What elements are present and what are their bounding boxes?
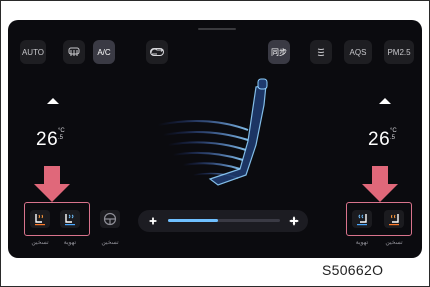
left-temperature: 26 [36, 129, 59, 150]
ac-button[interactable]: A/C [93, 40, 115, 64]
recirculation-button[interactable] [146, 40, 168, 64]
figure-code: S50662O [322, 262, 384, 278]
left-seat-heat-button[interactable] [30, 210, 50, 228]
front-defrost-button[interactable] [310, 40, 332, 64]
seat-vent-icon [65, 214, 75, 226]
left-temp-up-icon[interactable] [46, 96, 60, 106]
steering-heat-label: تسخين [101, 240, 119, 246]
rear-defrost-button[interactable] [63, 40, 85, 64]
fan-level-fill [168, 219, 218, 222]
right-seat-heat-button[interactable] [384, 210, 404, 228]
fan-speed-bar[interactable] [138, 210, 308, 232]
front-defrost-icon [317, 48, 325, 56]
pm25-button[interactable]: PM2.5 [384, 40, 414, 64]
steering-wheel-icon [103, 212, 117, 226]
ac-button-label: A/C [97, 47, 111, 57]
climate-screen: AUTO A/C 同步 AQS PM2.5 26 °C .5 26 °C .5 … [8, 20, 422, 258]
seat-airflow-illustration [157, 78, 268, 186]
drag-handle[interactable] [198, 28, 236, 30]
left-seat-vent-button[interactable] [60, 210, 80, 228]
left-unit-bottom: .5 [58, 135, 64, 141]
seat-heat-icon [389, 214, 399, 226]
aqs-button[interactable]: AQS [344, 40, 372, 64]
right-seat-vent-label: تهوية [355, 240, 369, 246]
sync-button[interactable]: 同步 [268, 40, 290, 64]
aqs-button-label: AQS [349, 47, 367, 57]
seat-vent-icon [357, 214, 367, 226]
right-unit-bottom: .5 [390, 135, 396, 141]
left-seat-vent-label: تهوية [63, 240, 77, 246]
left-unit-top: °C [58, 128, 65, 134]
right-seat-heat-label: تسخين [385, 240, 403, 246]
recirculation-icon [150, 48, 164, 56]
left-down-arrow-icon [34, 166, 70, 202]
fan-low-icon[interactable] [148, 216, 158, 226]
sync-button-label: 同步 [271, 47, 287, 57]
auto-button-label: AUTO [21, 47, 45, 57]
right-temperature: 26 [368, 129, 391, 150]
left-temperature-unit: °C .5 [58, 128, 65, 142]
right-down-arrow-icon [362, 166, 398, 202]
right-seat-vent-button[interactable] [352, 210, 372, 228]
auto-button[interactable]: AUTO [20, 40, 46, 64]
fan-high-icon[interactable] [288, 215, 300, 227]
rear-defrost-icon [68, 47, 80, 56]
right-temp-up-icon[interactable] [378, 96, 392, 106]
pm25-button-label: PM2.5 [387, 47, 411, 57]
right-unit-top: °C [390, 128, 397, 134]
left-seat-heat-label: تسخين [31, 240, 49, 246]
seat-heat-icon [35, 214, 45, 226]
right-temperature-unit: °C .5 [390, 128, 397, 142]
steering-wheel-heat-button[interactable] [100, 210, 120, 228]
